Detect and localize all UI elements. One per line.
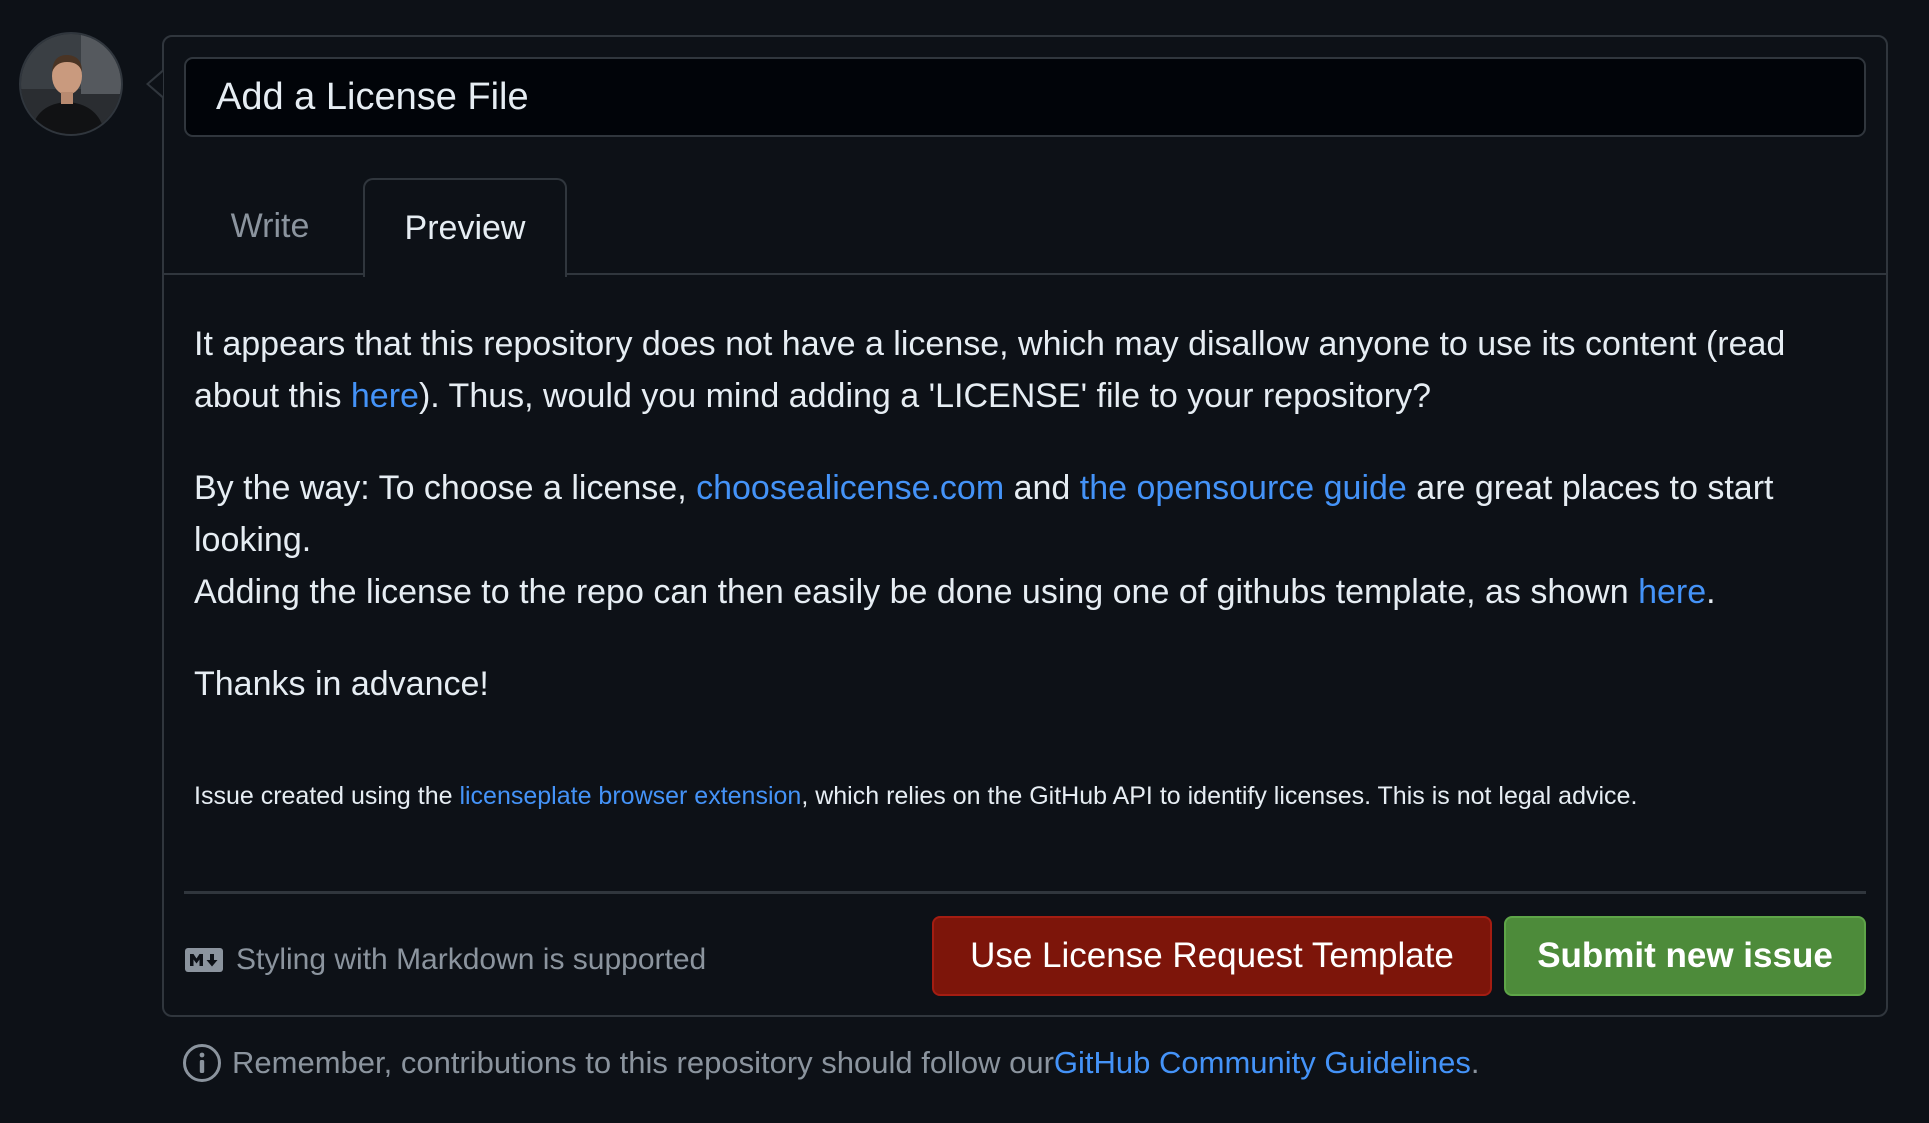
user-avatar-icon [21, 34, 121, 134]
tab-write[interactable]: Write [190, 178, 350, 275]
choosealicense-link[interactable]: choosealicense.com [696, 469, 1004, 507]
preview-body: It appears that this repository does not… [194, 318, 1854, 750]
issue-title-input[interactable] [184, 57, 1866, 137]
markdown-hint-label: Styling with Markdown is supported [236, 943, 707, 976]
paragraph-text: . [1706, 573, 1716, 611]
paragraph-text: Thanks in advance! [194, 665, 489, 703]
form-divider [184, 891, 1866, 894]
preview-paragraph-3: Thanks in advance! [194, 658, 1854, 710]
issue-composer-page: Write Preview It appears that this repos… [0, 0, 1929, 1123]
submit-new-issue-button[interactable]: Submit new issue [1504, 916, 1866, 996]
preview-footnote: Issue created using the licenseplate bro… [194, 780, 1854, 812]
markdown-icon [184, 947, 224, 973]
comment-caret-inner [149, 72, 163, 96]
footnote-text: , which relies on the GitHub API to iden… [801, 782, 1638, 810]
paragraph-text: By the way: To choose a license, [194, 469, 697, 507]
tab-preview[interactable]: Preview [363, 178, 567, 277]
paragraph-text: ). Thus, would you mind adding a 'LICENS… [418, 377, 1432, 415]
template-guide-link[interactable]: here [1638, 573, 1706, 611]
paragraph-text: Adding the license to the repo can then … [194, 573, 1639, 611]
footnote-text: Issue created using the [194, 782, 460, 810]
guidelines-text: . [1470, 1045, 1480, 1080]
opensource-guide-link[interactable]: the opensource guide [1080, 469, 1407, 507]
preview-paragraph-2: By the way: To choose a license, choosea… [194, 462, 1854, 618]
guidelines-text: Remember, contributions to this reposito… [232, 1045, 1054, 1080]
avatar[interactable] [19, 32, 123, 136]
preview-paragraph-1: It appears that this repository does not… [194, 318, 1854, 422]
community-guidelines-note: Remember, contributions to this reposito… [182, 1040, 1479, 1086]
markdown-hint[interactable]: Styling with Markdown is supported [184, 940, 706, 980]
paragraph-text: and [1004, 469, 1080, 507]
licenseplate-extension-link[interactable]: licenseplate browser extension [459, 782, 801, 810]
community-guidelines-link[interactable]: GitHub Community Guidelines [1054, 1045, 1471, 1081]
use-license-template-button[interactable]: Use License Request Template [932, 916, 1492, 996]
license-info-link[interactable]: here [351, 377, 419, 415]
info-icon [182, 1043, 222, 1083]
